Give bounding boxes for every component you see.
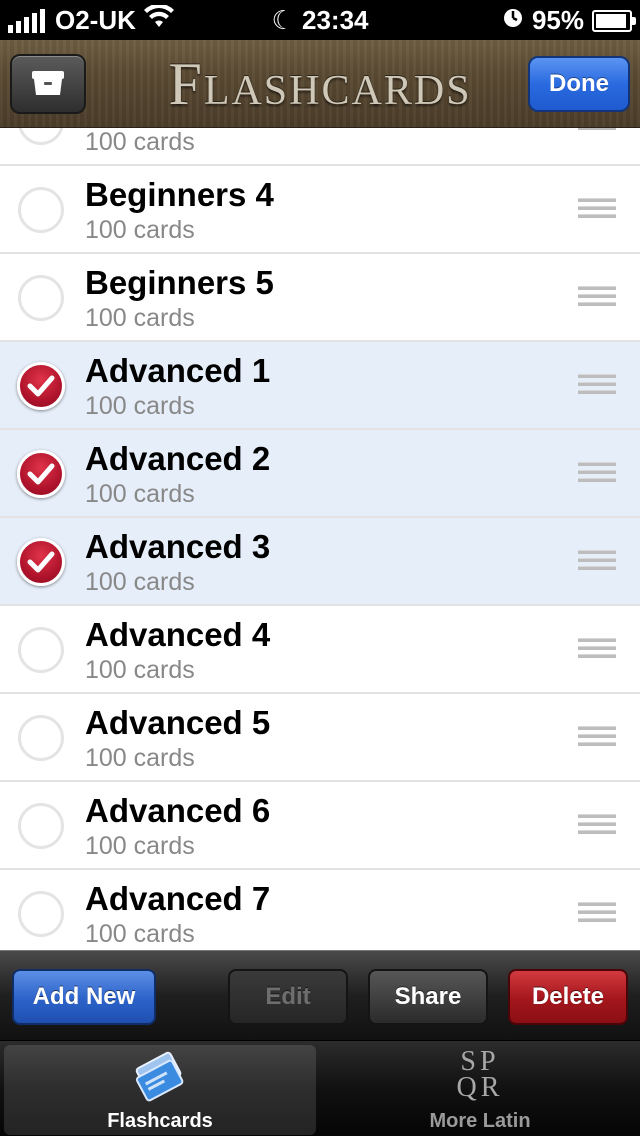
battery-icon (592, 9, 636, 32)
deck-title: Advanced 7 (85, 880, 271, 917)
unchecked-circle-icon[interactable] (18, 627, 64, 673)
unchecked-circle-icon[interactable] (18, 715, 64, 761)
status-bar: O2-UK ☾ 23:34 95% (0, 0, 640, 40)
reorder-handle-icon[interactable] (578, 814, 616, 842)
list-item[interactable]: Advanced 1 100 cards (0, 342, 640, 430)
card-count: 100 cards (85, 480, 195, 508)
reorder-handle-icon[interactable] (578, 128, 616, 138)
tab-flashcards[interactable]: Flashcards (4, 1045, 316, 1135)
list-item[interactable]: Beginners 5 100 cards (0, 254, 640, 342)
add-new-button[interactable]: Add New (12, 969, 156, 1025)
deck-title: Advanced 1 (85, 352, 271, 389)
list-item[interactable]: 100 cards (0, 128, 640, 166)
navigation-bar: Flashcards Done (0, 40, 640, 128)
moon-icon: ☾ (271, 5, 295, 35)
card-count: 100 cards (85, 656, 195, 684)
deck-title: Beginners 5 (85, 264, 274, 301)
delete-button[interactable]: Delete (508, 969, 628, 1025)
done-button[interactable]: Done (528, 56, 630, 112)
reorder-handle-icon[interactable] (578, 902, 616, 930)
list-item[interactable]: Beginners 4 100 cards (0, 166, 640, 254)
reorder-handle-icon[interactable] (578, 286, 616, 314)
card-count: 100 cards (85, 744, 195, 772)
list-item[interactable]: Advanced 3 100 cards (0, 518, 640, 606)
deck-title: Advanced 4 (85, 616, 271, 653)
clock-time: 23:34 (302, 5, 369, 35)
share-button[interactable]: Share (368, 969, 488, 1025)
unchecked-circle-icon[interactable] (18, 128, 64, 145)
deck-title: Beginners 4 (85, 176, 274, 213)
list-item[interactable]: Advanced 4 100 cards (0, 606, 640, 694)
checkmark-icon[interactable] (17, 538, 65, 586)
list-item[interactable]: Advanced 6 100 cards (0, 782, 640, 870)
card-count: 100 cards (85, 920, 195, 948)
list-item[interactable]: Advanced 2 100 cards (0, 430, 640, 518)
tab-label: More Latin (429, 1110, 531, 1132)
unchecked-circle-icon[interactable] (18, 891, 64, 937)
deck-title: Advanced 5 (85, 704, 271, 741)
reorder-handle-icon[interactable] (578, 198, 616, 226)
cards-icon (128, 1049, 192, 1110)
edit-button[interactable]: Edit (228, 969, 348, 1025)
card-count: 100 cards (85, 392, 195, 420)
card-count: 100 cards (85, 216, 195, 244)
battery-percent: 95% (531, 5, 584, 35)
deck-list[interactable]: 100 cards Beginners 4 100 cards Beginners 5… (0, 128, 640, 950)
bottom-toolbar: Add New Edit Share Delete (0, 950, 640, 1040)
card-count: 100 cards (85, 304, 195, 332)
checkmark-icon[interactable] (17, 450, 65, 498)
unchecked-circle-icon[interactable] (18, 187, 64, 233)
card-count: 100 cards (85, 832, 195, 860)
card-count: 100 cards (85, 568, 195, 596)
deck-title: Advanced 6 (85, 792, 271, 829)
reorder-handle-icon[interactable] (578, 638, 616, 666)
spqr-icon: SP QR (456, 1046, 504, 1103)
deck-title: Advanced 3 (85, 528, 271, 565)
reorder-handle-icon[interactable] (578, 550, 616, 578)
unchecked-circle-icon[interactable] (18, 275, 64, 321)
deck-title: Advanced 2 (85, 440, 271, 477)
list-item[interactable]: Advanced 7 100 cards (0, 870, 640, 950)
tab-bar: Flashcards SP QR More Latin (0, 1040, 640, 1136)
reorder-handle-icon[interactable] (578, 726, 616, 754)
tab-more-latin[interactable]: SP QR More Latin (324, 1045, 636, 1135)
list-item[interactable]: Advanced 5 100 cards (0, 694, 640, 782)
card-count: 100 cards (85, 128, 195, 156)
unchecked-circle-icon[interactable] (18, 803, 64, 849)
card-box-icon (30, 67, 66, 102)
tab-label: Flashcards (107, 1110, 213, 1132)
reorder-handle-icon[interactable] (578, 462, 616, 490)
card-box-button[interactable] (10, 54, 86, 114)
reorder-handle-icon[interactable] (578, 374, 616, 402)
checkmark-icon[interactable] (17, 362, 65, 410)
rotation-lock-icon (502, 5, 524, 36)
